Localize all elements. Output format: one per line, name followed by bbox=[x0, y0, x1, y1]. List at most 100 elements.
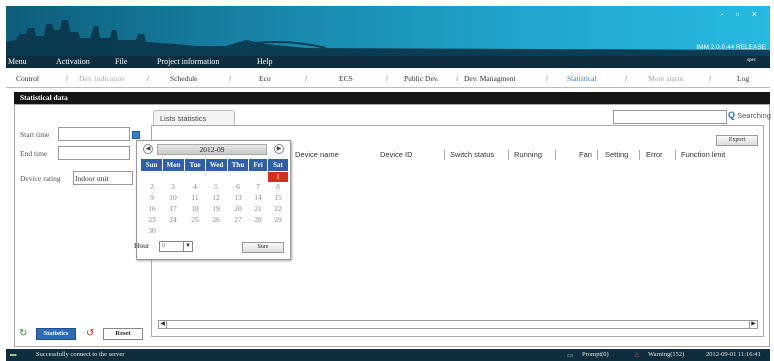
calendar-day[interactable]: 11 bbox=[185, 193, 205, 202]
user-label: spec bbox=[747, 58, 756, 63]
calendar-day[interactable]: 12 bbox=[206, 193, 226, 202]
calendar-day[interactable]: 25 bbox=[185, 215, 205, 224]
tab-control[interactable]: Control bbox=[16, 74, 39, 83]
calendar-day[interactable]: 9 bbox=[142, 193, 162, 202]
column-setting[interactable]: Setting bbox=[605, 150, 628, 159]
calendar-day[interactable]: 22 bbox=[268, 204, 288, 213]
calendar-day-selected[interactable]: 1 bbox=[268, 172, 288, 182]
column-divider bbox=[675, 150, 676, 160]
prompt-icon: ▭ bbox=[567, 352, 574, 359]
search-button-label: Searching bbox=[737, 111, 771, 120]
calendar-day[interactable]: 18 bbox=[185, 204, 205, 213]
calendar-day[interactable]: 19 bbox=[206, 204, 226, 213]
weekday-header: Sun bbox=[141, 159, 162, 171]
next-month-icon[interactable]: ▶ bbox=[274, 144, 284, 154]
calendar-day[interactable]: 23 bbox=[142, 215, 162, 224]
tab-ecs[interactable]: ECS bbox=[339, 74, 353, 83]
calendar-day[interactable]: 16 bbox=[142, 204, 162, 213]
chevron-down-icon[interactable]: ▼ bbox=[183, 242, 192, 251]
calendar-month: 2012-09 bbox=[157, 144, 267, 155]
calendar-day[interactable]: 3 bbox=[163, 182, 183, 191]
sure-button[interactable]: Sure bbox=[242, 242, 284, 253]
calendar-day[interactable]: 30 bbox=[142, 226, 162, 235]
calendar-day[interactable]: 7 bbox=[248, 182, 268, 191]
calendar-day[interactable]: 15 bbox=[268, 193, 288, 202]
scroll-left-icon[interactable]: ◀ bbox=[159, 321, 167, 328]
calendar-day[interactable]: 2 bbox=[142, 182, 162, 191]
calendar-icon[interactable] bbox=[132, 131, 140, 139]
weekday-header: Wed bbox=[206, 159, 227, 171]
tab-separator: / bbox=[456, 74, 459, 83]
menu-item-file[interactable]: File bbox=[115, 57, 127, 66]
calendar-day[interactable]: 24 bbox=[163, 215, 183, 224]
tab-dev-indication[interactable]: Dev. indication bbox=[79, 74, 125, 83]
search-button[interactable]: Q Searching bbox=[728, 110, 771, 120]
nav-tabs: Control / Dev. indication / Schedule / E… bbox=[6, 68, 770, 88]
menu-item-menu[interactable]: Menu bbox=[8, 57, 27, 66]
column-device-id[interactable]: Device ID bbox=[380, 150, 413, 159]
start-time-input[interactable] bbox=[58, 127, 130, 141]
device-rating-select[interactable]: Indoor unit bbox=[73, 171, 133, 185]
connection-icon: ▬ bbox=[10, 351, 17, 358]
date-picker-popup: ◀ 2012-09 ▶ Sun Mon Tue Wed Thu Fri Sat … bbox=[134, 140, 291, 260]
column-error[interactable]: Error bbox=[646, 150, 663, 159]
calendar-day[interactable]: 14 bbox=[248, 193, 268, 202]
export-button[interactable]: Export bbox=[716, 135, 758, 146]
status-bar: ▬ Successfully connect to the server ▭ P… bbox=[6, 349, 770, 361]
tab-schedule[interactable]: Schedule bbox=[170, 74, 198, 83]
panel-title: Statistical data bbox=[20, 93, 68, 102]
calendar-day[interactable]: 26 bbox=[206, 215, 226, 224]
calendar-day[interactable]: 13 bbox=[228, 193, 248, 202]
prompt-count[interactable]: Prompt(0) bbox=[582, 351, 609, 358]
tab-separator: / bbox=[546, 74, 549, 83]
calendar-day[interactable]: 10 bbox=[163, 193, 183, 202]
column-divider bbox=[639, 150, 640, 160]
reset-button[interactable]: Reset bbox=[103, 328, 143, 340]
tab-lists-statistics[interactable]: Lists statistics bbox=[153, 110, 235, 125]
column-function-limit[interactable]: Function limit bbox=[681, 150, 725, 159]
calendar-day[interactable]: 4 bbox=[185, 182, 205, 191]
calendar-day[interactable]: 17 bbox=[163, 204, 183, 213]
statistics-button[interactable]: Statistics bbox=[36, 328, 76, 340]
tab-separator: / bbox=[147, 74, 150, 83]
column-running[interactable]: Running bbox=[514, 150, 542, 159]
scroll-right-icon[interactable]: ▶ bbox=[749, 321, 757, 328]
tab-eco[interactable]: Eco bbox=[259, 74, 271, 83]
tab-dev-managment[interactable]: Dev. Managment bbox=[464, 74, 516, 83]
column-fan[interactable]: Fan bbox=[579, 150, 592, 159]
menu-item-help[interactable]: Help bbox=[257, 57, 273, 66]
hour-value: 0 bbox=[162, 242, 166, 249]
column-divider bbox=[444, 150, 445, 160]
tab-statistical[interactable]: Statistical bbox=[567, 74, 597, 83]
calendar-day[interactable]: 5 bbox=[206, 182, 226, 191]
calendar-day[interactable]: 8 bbox=[268, 182, 288, 191]
column-divider bbox=[555, 150, 556, 160]
menu-item-activation[interactable]: Activation bbox=[56, 57, 90, 66]
tab-log[interactable]: Log bbox=[737, 74, 749, 83]
calendar-day[interactable]: 28 bbox=[248, 215, 268, 224]
window-controls[interactable]: - ▫ × bbox=[721, 9, 762, 19]
release-version: IMM 2.0.0.44 RELEASE bbox=[696, 44, 766, 51]
hour-label: Hour bbox=[134, 241, 150, 250]
prev-month-icon[interactable]: ◀ bbox=[143, 144, 153, 154]
title-banner: - ▫ × IMM 2.0.0.44 RELEASE bbox=[6, 6, 770, 56]
end-time-label: End time bbox=[20, 149, 48, 158]
calendar-day[interactable]: 20 bbox=[228, 204, 248, 213]
column-divider bbox=[597, 150, 598, 160]
calendar-day[interactable]: 29 bbox=[268, 215, 288, 224]
calendar-day[interactable]: 6 bbox=[228, 182, 248, 191]
menu-item-project-information[interactable]: Project information bbox=[157, 57, 219, 66]
search-input[interactable] bbox=[613, 110, 727, 124]
calendar-day[interactable]: 27 bbox=[228, 215, 248, 224]
calendar-day[interactable]: 21 bbox=[248, 204, 268, 213]
warning-count[interactable]: Warning(152) bbox=[648, 351, 684, 358]
column-device-name[interactable]: Device name bbox=[295, 150, 339, 159]
tab-public-dev[interactable]: Public Dev. bbox=[404, 74, 439, 83]
menu-bar: Menu Activation File Project information… bbox=[6, 56, 770, 68]
weekday-header: Sat bbox=[268, 159, 288, 171]
end-time-input[interactable] bbox=[58, 146, 130, 160]
hour-select[interactable]: 0 ▼ bbox=[159, 241, 193, 252]
tab-more-alarm[interactable]: More alarm bbox=[648, 74, 683, 83]
column-switch-status[interactable]: Switch status bbox=[450, 150, 494, 159]
horizontal-scrollbar[interactable]: ◀ ▶ bbox=[158, 320, 758, 329]
